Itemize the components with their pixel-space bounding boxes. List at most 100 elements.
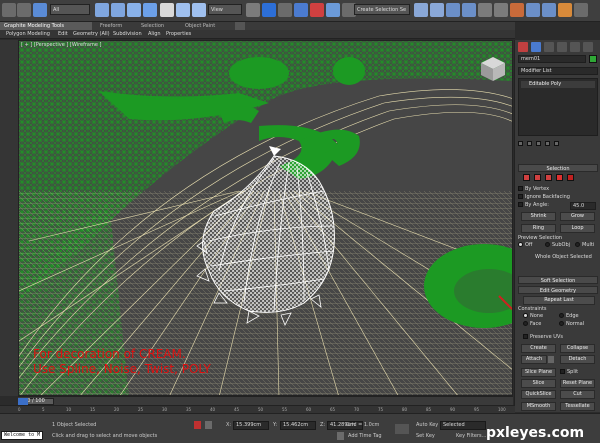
lock-selection-icon[interactable] (194, 421, 201, 429)
angle-snap-icon[interactable] (310, 3, 324, 17)
slice-plane-button[interactable]: Slice Plane (521, 368, 556, 377)
create-tab-icon[interactable] (518, 42, 528, 52)
constraint-edge-radio[interactable]: Edge (559, 313, 579, 320)
tab-freeform[interactable]: Freeform (100, 22, 122, 30)
attach-button[interactable]: Attach (521, 355, 547, 364)
detach-button[interactable]: Detach (560, 355, 595, 364)
by-vertex-checkbox[interactable]: By Vertex (518, 186, 549, 193)
split-checkbox[interactable]: Split (560, 369, 578, 376)
layer-manager-icon[interactable] (446, 3, 460, 17)
by-angle-field[interactable]: 45.0 (570, 202, 596, 210)
viewport-label[interactable]: [ + ] [Perspective ] [Wireframe ] (21, 42, 101, 48)
more-tools-icon[interactable] (574, 3, 588, 17)
preview-off-radio[interactable]: Off (518, 242, 532, 249)
remove-modifier-icon[interactable] (544, 141, 550, 146)
utilities-tab-icon[interactable] (583, 42, 593, 52)
display-tab-icon[interactable] (570, 42, 580, 52)
selection-rollout-header[interactable]: Selection (518, 164, 598, 172)
pin-stack-icon[interactable] (518, 141, 523, 146)
material-editor-icon[interactable] (510, 3, 524, 17)
add-time-tag-button[interactable]: Add Time Tag (348, 432, 382, 440)
constraint-face-radio[interactable]: Face (523, 321, 541, 328)
object-name-field[interactable]: mem01 (518, 55, 586, 63)
ring-button[interactable]: Ring (521, 224, 556, 233)
loop-button[interactable]: Loop (560, 224, 595, 233)
modifier-list-dropdown[interactable]: Modifier List (518, 67, 598, 75)
menu-subdivision[interactable]: Subdivision (113, 30, 142, 39)
render-production-icon[interactable] (558, 3, 572, 17)
make-unique-icon[interactable] (535, 141, 541, 146)
border-mode-icon[interactable] (544, 174, 552, 181)
absolute-mode-icon[interactable] (205, 421, 212, 429)
percent-snap-icon[interactable] (326, 3, 340, 17)
redo-icon[interactable] (17, 3, 31, 17)
set-key-button[interactable]: Set Key (416, 432, 435, 440)
curve-editor-icon[interactable] (478, 3, 492, 17)
key-filters-button[interactable]: Key Filters... (456, 432, 486, 440)
stack-item-editable-poly[interactable]: Editable Poly (521, 81, 595, 88)
selection-filter-dropdown[interactable]: All (50, 4, 90, 15)
select-and-scale-icon[interactable] (192, 3, 206, 17)
ribbon-options-icon[interactable] (235, 22, 245, 30)
shrink-button[interactable]: Shrink (521, 212, 556, 221)
trackbar[interactable]: 0 5 10 15 20 25 30 35 40 45 50 55 60 65 70 75 80 85 90 95 10… (0, 405, 515, 413)
pivot-center-icon[interactable] (246, 3, 260, 17)
attach-settings-icon[interactable] (548, 356, 554, 363)
edit-geometry-rollout-header[interactable]: Edit Geometry (518, 286, 598, 294)
hierarchy-tab-icon[interactable] (544, 42, 554, 52)
msmooth-button[interactable]: MSmooth (521, 402, 556, 411)
graphite-toggle-icon[interactable] (462, 3, 476, 17)
collapse-button[interactable]: Collapse (560, 344, 595, 353)
tab-graphite-modeling-tools[interactable]: Graphite Modeling Tools (0, 22, 92, 30)
constraint-none-radio[interactable]: None (523, 313, 543, 320)
preview-multi-radio[interactable]: Multi (575, 242, 594, 249)
vertex-mode-icon[interactable] (523, 174, 530, 181)
render-setup-icon[interactable] (526, 3, 540, 17)
perspective-viewport[interactable]: [ + ] [Perspective ] [Wireframe ] For de… (18, 40, 513, 396)
named-selection-dropdown[interactable]: Create Selection Se (354, 4, 410, 15)
reset-plane-button[interactable]: Reset Plane (560, 379, 595, 388)
window-crossing-icon[interactable] (143, 3, 157, 17)
tessellate-button[interactable]: Tessellate (560, 402, 595, 411)
keyboard-shortcut-icon[interactable] (278, 3, 292, 17)
time-tag-icon[interactable] (337, 432, 344, 440)
undo-icon[interactable] (2, 3, 16, 17)
menu-polygon-modeling[interactable]: Polygon Modeling (6, 30, 50, 39)
rendered-frame-icon[interactable] (542, 3, 556, 17)
ignore-backfacing-checkbox[interactable]: Ignore Backfacing (518, 194, 570, 201)
menu-align[interactable]: Align (148, 30, 161, 39)
menu-geometry-all[interactable]: Geometry (All) (73, 30, 110, 39)
select-and-rotate-icon[interactable] (176, 3, 190, 17)
preserve-uvs-checkbox[interactable]: Preserve UVs (523, 334, 563, 341)
grow-button[interactable]: Grow (560, 212, 595, 221)
preview-subobj-radio[interactable]: SubObj (545, 242, 570, 249)
select-manipulate-icon[interactable] (262, 3, 276, 17)
select-by-name-icon[interactable] (111, 3, 125, 17)
menu-edit[interactable]: Edit (58, 30, 68, 39)
tab-selection[interactable]: Selection (141, 22, 164, 30)
edge-mode-icon[interactable] (533, 174, 541, 181)
soft-selection-rollout-header[interactable]: Soft Selection (518, 276, 598, 284)
y-coord-field[interactable]: 15.462cm (280, 421, 316, 430)
modify-tab-icon[interactable] (531, 42, 541, 52)
select-object-icon[interactable] (95, 3, 109, 17)
menu-properties[interactable]: Properties (166, 30, 191, 39)
rectangular-selection-icon[interactable] (127, 3, 141, 17)
maxscript-listener[interactable]: Welcome to M (1, 431, 43, 440)
cut-button[interactable]: Cut (560, 390, 595, 399)
snaps-toggle-icon[interactable] (294, 3, 308, 17)
time-slider-left-arrow-icon[interactable] (18, 398, 28, 405)
mirror-icon[interactable] (414, 3, 428, 17)
time-slider[interactable]: 0 / 100 (18, 396, 513, 405)
x-coord-field[interactable]: 15.399cm (233, 421, 269, 430)
element-mode-icon[interactable] (566, 174, 574, 181)
show-end-result-icon[interactable] (526, 141, 532, 146)
repeat-last-button[interactable]: Repeat Last (523, 296, 595, 305)
key-icon[interactable] (395, 424, 409, 434)
select-and-move-icon[interactable] (160, 3, 174, 17)
schematic-view-icon[interactable] (494, 3, 508, 17)
by-angle-checkbox[interactable]: By Angle: (518, 202, 549, 209)
align-icon[interactable] (430, 3, 444, 17)
link-icon[interactable] (33, 3, 47, 17)
tab-object-paint[interactable]: Object Paint (185, 22, 215, 30)
